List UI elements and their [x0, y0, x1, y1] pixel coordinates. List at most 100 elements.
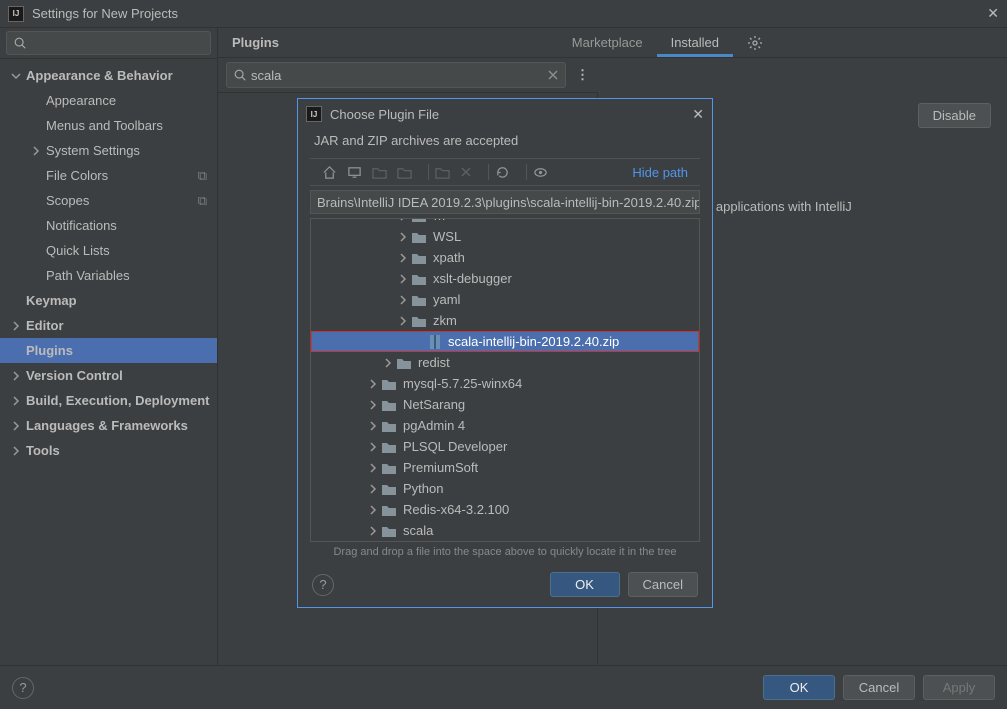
file-tree-row[interactable]: xslt-debugger: [311, 268, 699, 289]
sidebar-item-label: Version Control: [26, 368, 123, 383]
file-tree-row[interactable]: yaml: [311, 289, 699, 310]
copy-icon: ⧉: [198, 193, 207, 209]
file-name: WSL: [433, 229, 461, 244]
sidebar-item[interactable]: Quick Lists: [0, 238, 217, 263]
apply-button[interactable]: Apply: [923, 675, 995, 700]
disable-button[interactable]: Disable: [918, 103, 991, 128]
bottombar: ? OK Cancel Apply: [0, 665, 1007, 709]
folder-icon: [381, 461, 397, 475]
sidebar-item[interactable]: Languages & Frameworks: [0, 413, 217, 438]
app-icon: IJ: [306, 106, 322, 122]
plugin-search-input[interactable]: scala: [226, 62, 566, 88]
file-tree-row[interactable]: pgAdmin 4: [311, 415, 699, 436]
choose-plugin-dialog: IJ Choose Plugin File ✕ JAR and ZIP arch…: [297, 98, 713, 608]
dialog-ok-button[interactable]: OK: [550, 572, 620, 597]
dialog-footer: ? OK Cancel: [298, 562, 712, 607]
folder-icon: [381, 482, 397, 496]
dialog-subtitle: JAR and ZIP archives are accepted: [298, 129, 712, 158]
folder-icon: [411, 314, 427, 328]
dialog-cancel-button[interactable]: Cancel: [628, 572, 698, 597]
sidebar-item[interactable]: Notifications: [0, 213, 217, 238]
sidebar-item-label: Quick Lists: [46, 243, 110, 258]
ok-button[interactable]: OK: [763, 675, 835, 700]
sidebar-item[interactable]: Version Control: [0, 363, 217, 388]
zip-icon: [428, 334, 442, 350]
folder-icon: [381, 419, 397, 433]
refresh-icon[interactable]: [495, 165, 510, 180]
dialog-help-icon[interactable]: ?: [312, 574, 334, 596]
show-hidden-icon[interactable]: [533, 165, 548, 180]
file-name: PremiumSoft: [403, 460, 478, 475]
sidebar-item-label: Scopes: [46, 193, 89, 208]
new-folder-icon[interactable]: [372, 165, 387, 180]
file-name: scala: [403, 523, 433, 538]
file-tree-row[interactable]: Python: [311, 478, 699, 499]
folder-icon: [381, 503, 397, 517]
plugins-header-title: Plugins: [218, 35, 293, 50]
file-name: yaml: [433, 292, 460, 307]
dialog-close-icon[interactable]: ✕: [692, 106, 704, 123]
help-icon[interactable]: ?: [12, 677, 34, 699]
file-name: PLSQL Developer: [403, 439, 507, 454]
folder-icon: [396, 356, 412, 370]
file-tree-row[interactable]: NetSarang: [311, 394, 699, 415]
sidebar-search-wrap: [0, 28, 217, 59]
cancel-button[interactable]: Cancel: [843, 675, 915, 700]
sidebar-item[interactable]: Build, Execution, Deployment: [0, 388, 217, 413]
sidebar-item[interactable]: Path Variables: [0, 263, 217, 288]
sidebar-search-input[interactable]: [6, 31, 211, 55]
sidebar: Appearance & BehaviorAppearanceMenus and…: [0, 28, 218, 665]
file-tree[interactable]: … WSL xpathxslt-debugger yaml zkm scala-intel…: [310, 218, 700, 542]
sidebar-item-label: Build, Execution, Deployment: [26, 393, 209, 408]
tab-installed[interactable]: Installed: [657, 28, 733, 57]
sidebar-item[interactable]: Appearance & Behavior: [0, 63, 217, 88]
sidebar-item[interactable]: Editor: [0, 313, 217, 338]
file-tree-row[interactable]: WSL: [311, 226, 699, 247]
file-tree-row[interactable]: …: [311, 218, 699, 226]
file-tree-row[interactable]: redist: [311, 352, 699, 373]
sidebar-item[interactable]: Keymap: [0, 288, 217, 313]
plugin-search-more-icon[interactable]: ⋮: [576, 67, 590, 83]
clear-search-icon[interactable]: [547, 69, 559, 81]
dialog-toolbar: Hide path: [310, 158, 700, 186]
file-tree-row[interactable]: scala-intellij-bin-2019.2.40.zip: [311, 331, 699, 352]
close-icon[interactable]: ✕: [987, 5, 999, 22]
file-tree-row[interactable]: xpath: [311, 247, 699, 268]
sidebar-item[interactable]: System Settings: [0, 138, 217, 163]
dialog-titlebar: IJ Choose Plugin File ✕: [298, 99, 712, 129]
file-tree-row[interactable]: scala: [311, 520, 699, 541]
file-name: Python: [403, 481, 443, 496]
folder-icon: [381, 377, 397, 391]
new-folder2-icon[interactable]: [397, 165, 412, 180]
drag-hint: Drag and drop a file into the space abov…: [298, 542, 712, 562]
folder-icon: [381, 524, 397, 538]
plugins-header: Plugins Marketplace Installed: [218, 28, 1007, 58]
desktop-icon[interactable]: [347, 165, 362, 180]
hide-path-link[interactable]: Hide path: [632, 165, 688, 180]
sidebar-item-label: Keymap: [26, 293, 77, 308]
home-icon[interactable]: [322, 165, 337, 180]
file-tree-row[interactable]: mysql-5.7.25-winx64: [311, 373, 699, 394]
file-name: scala-intellij-bin-2019.2.40.zip: [448, 334, 619, 349]
sidebar-item[interactable]: Scopes ⧉: [0, 188, 217, 213]
sidebar-item[interactable]: File Colors ⧉: [0, 163, 217, 188]
sidebar-item[interactable]: Menus and Toolbars: [0, 113, 217, 138]
sidebar-item[interactable]: Plugins: [0, 338, 217, 363]
file-name: zkm: [433, 313, 457, 328]
copy-icon: ⧉: [198, 168, 207, 184]
file-tree-row[interactable]: PLSQL Developer: [311, 436, 699, 457]
sidebar-item-label: File Colors: [46, 168, 108, 183]
path-input[interactable]: Brains\IntelliJ IDEA 2019.2.3\plugins\sc…: [310, 190, 700, 214]
file-tree-row[interactable]: Redis-x64-3.2.100: [311, 499, 699, 520]
dialog-title: Choose Plugin File: [330, 107, 439, 122]
folder-icon: [411, 230, 427, 244]
delete-icon[interactable]: [460, 166, 472, 178]
folder-action-icon[interactable]: [435, 165, 450, 180]
sidebar-item[interactable]: Tools: [0, 438, 217, 463]
sidebar-tree: Appearance & BehaviorAppearanceMenus and…: [0, 59, 217, 665]
file-tree-row[interactable]: PremiumSoft: [311, 457, 699, 478]
plugins-gear-icon[interactable]: [733, 35, 777, 51]
sidebar-item[interactable]: Appearance: [0, 88, 217, 113]
file-tree-row[interactable]: zkm: [311, 310, 699, 331]
tab-marketplace[interactable]: Marketplace: [558, 28, 657, 57]
